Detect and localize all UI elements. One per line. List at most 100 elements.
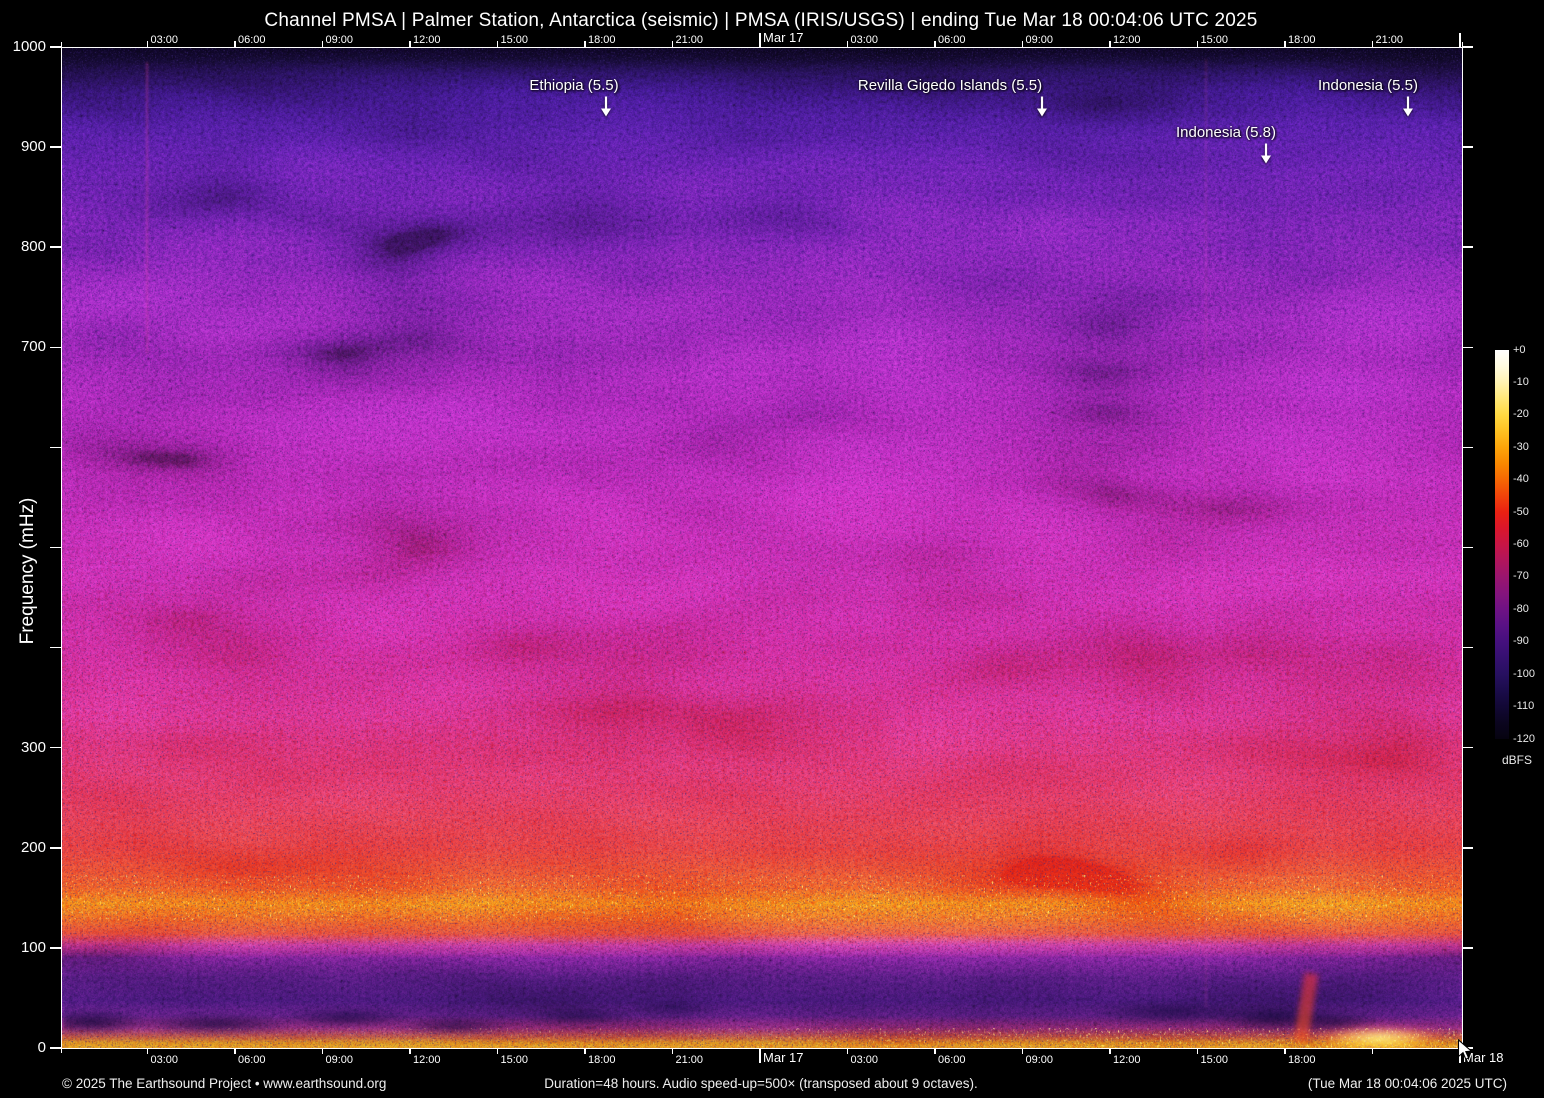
x-axis-tick-label: 09:00	[325, 34, 354, 46]
y-axis-tick-right	[1462, 146, 1473, 148]
x-axis-tick-label: 03:00	[850, 34, 879, 46]
top-axis-line	[50, 46, 1473, 48]
x-axis-tick	[1284, 41, 1286, 47]
y-axis-tick-label: 900	[20, 138, 46, 156]
y-axis-title: Frequency (mHz)	[17, 497, 38, 645]
colorbar-unit-label: dBFS	[1501, 753, 1532, 767]
x-axis-tick	[496, 41, 499, 47]
y-axis-tick-left	[50, 546, 61, 549]
y-axis-tick-label: 0	[37, 1039, 46, 1056]
x-axis-tick	[409, 41, 411, 47]
event-annotation-label: Ethiopia (5.5)	[529, 77, 619, 94]
x-axis-tick-label: 21:00	[675, 1054, 704, 1066]
x-axis-tick	[934, 41, 936, 47]
footer-timestamp: (Tue Mar 18 00:04:06 2025 UTC)	[1307, 1076, 1507, 1091]
y-axis-tick-left	[50, 246, 61, 248]
x-axis-tick-label: 18:00	[1288, 34, 1316, 46]
x-axis-tick-label: 09:00	[325, 1054, 354, 1066]
y-axis-tick-right	[1462, 847, 1473, 849]
y-axis-tick-label: 100	[20, 938, 46, 956]
x-axis-tick	[1196, 41, 1199, 47]
x-axis-tick-label: 18:00	[588, 1054, 616, 1066]
x-axis-tick	[671, 41, 674, 47]
x-axis-tick-label: 03:00	[850, 1054, 879, 1066]
x-axis-tick	[1284, 1048, 1286, 1054]
page-title: Channel PMSA | Palmer Station, Antarctic…	[264, 10, 1258, 31]
y-axis-tick-left	[50, 1047, 61, 1049]
x-axis-tick-label: 21:00	[675, 34, 704, 46]
y-axis-tick-right	[1462, 746, 1473, 749]
y-axis-tick-right	[1462, 246, 1473, 248]
x-axis-tick-label: 18:00	[588, 34, 616, 46]
colorbar-tick-label: -70	[1513, 570, 1529, 583]
x-axis-tick	[409, 1048, 411, 1054]
x-axis-tick	[146, 41, 149, 47]
event-annotation-label: Indonesia (5.5)	[1317, 77, 1419, 94]
y-axis-tick-left	[50, 947, 61, 949]
x-axis-tick	[846, 1048, 849, 1054]
y-axis-tick-left	[50, 446, 61, 449]
x-axis-tick	[321, 1048, 324, 1054]
x-axis-tick-label: 09:00	[1025, 1054, 1054, 1066]
x-axis-tick-label: 06:00	[238, 1054, 266, 1066]
x-axis-tick	[759, 1048, 761, 1063]
vertical-event-line-late	[1205, 59, 1207, 1007]
x-axis-tick	[321, 41, 324, 47]
screen: Channel PMSA | Palmer Station, Antarctic…	[0, 0, 1544, 1098]
x-axis-day-label: Mar 17	[763, 1050, 804, 1065]
y-axis-tick-left	[50, 646, 61, 649]
y-axis-tick-label: 1000	[12, 38, 46, 55]
x-axis-tick	[1459, 33, 1461, 47]
x-axis-tick-label: 06:00	[238, 34, 266, 46]
y-axis-tick-left	[50, 746, 61, 749]
event-annotation-label: Revilla Gigedo Islands (5.5)	[857, 77, 1043, 94]
x-axis-tick	[496, 1048, 499, 1054]
x-axis-tick-label: 15:00	[500, 34, 529, 46]
x-axis-tick	[934, 1048, 936, 1054]
footer-duration: Duration=48 hours. Audio speed-up=500× (…	[544, 1076, 978, 1091]
bottom-orange-speckle-strip	[62, 1028, 1462, 1048]
event-annotation-arrow-icon	[599, 96, 613, 122]
x-axis-tick-label: 09:00	[1025, 34, 1054, 46]
x-axis-tick-label: 03:00	[150, 1054, 179, 1066]
x-axis-tick-label: 03:00	[150, 34, 179, 46]
x-axis-tick	[1196, 1048, 1199, 1054]
colorbar-gradient	[1495, 350, 1509, 739]
x-axis-tick	[1371, 1048, 1374, 1054]
spectrogram[interactable]: Ethiopia (5.5) Revilla Gigedo Islands (5.…	[62, 47, 1462, 1048]
colorbar-tick-label: -90	[1513, 635, 1529, 648]
x-axis-tick-label: 21:00	[1375, 34, 1404, 46]
colorbar-tick-label: -110	[1513, 700, 1535, 713]
y-axis-tick-label: 700	[20, 338, 46, 356]
microseism-yellow-speckle-band	[62, 875, 1462, 921]
x-axis-tick	[1109, 1048, 1111, 1054]
mouse-cursor	[1457, 1038, 1477, 1067]
colorbar-tick-label: -50	[1513, 505, 1529, 518]
event-annotation-arrow-icon	[1035, 96, 1049, 122]
x-axis-tick	[146, 1048, 149, 1054]
colorbar-tick-label: +0	[1513, 343, 1526, 356]
y-axis-tick-right	[1462, 546, 1473, 549]
x-axis-tick	[584, 41, 586, 47]
x-axis-tick-label: 12:00	[1113, 1054, 1141, 1066]
x-axis-tick-label: 15:00	[1200, 1054, 1229, 1066]
y-axis-tick-right	[1462, 947, 1473, 949]
y-axis-tick-left	[50, 847, 61, 849]
colorbar-tick-label: -40	[1513, 473, 1529, 486]
x-axis-tick-label: 12:00	[1113, 34, 1141, 46]
bottom-axis-line	[50, 1047, 1473, 1049]
x-axis-tick-label: 15:00	[500, 1054, 529, 1066]
y-axis-tick-right	[1462, 646, 1473, 649]
y-axis-tick-right	[1462, 346, 1473, 349]
colorbar-tick-label: -20	[1513, 408, 1529, 421]
y-axis-tick-right	[1462, 46, 1473, 48]
x-axis-tick	[671, 1048, 674, 1054]
y-axis-tick-label: 300	[20, 738, 46, 756]
y-axis-tick-left	[50, 46, 61, 48]
x-axis-tick	[234, 41, 236, 47]
x-axis-day-label: Mar 17	[763, 30, 804, 45]
event-annotation-arrow-icon	[1401, 96, 1415, 122]
colorbar-tick-label: -60	[1513, 538, 1529, 550]
y-axis-tick-right	[1462, 446, 1473, 449]
x-axis-tick-label: 12:00	[413, 34, 441, 46]
